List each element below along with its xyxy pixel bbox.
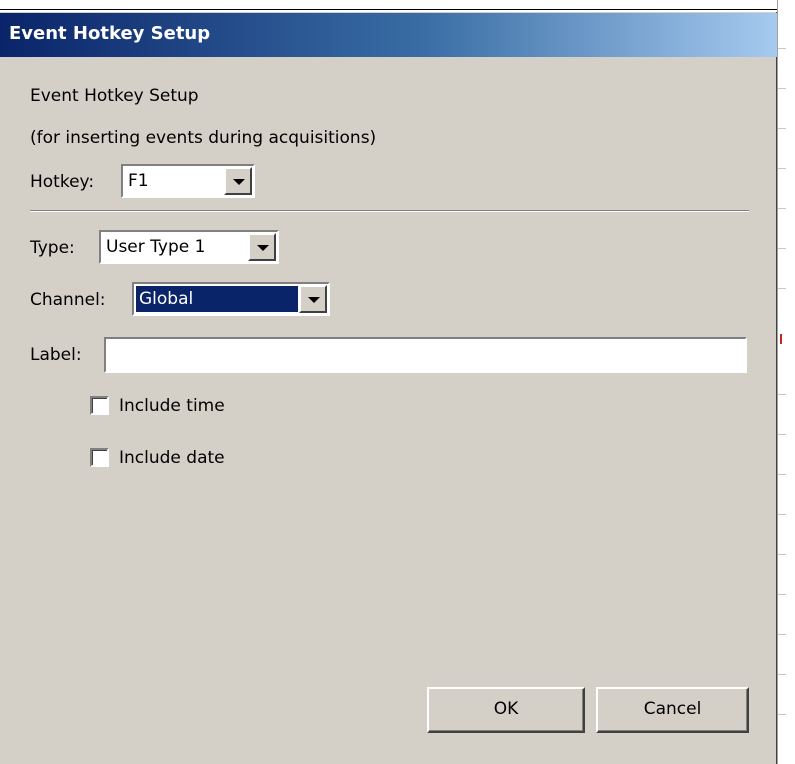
background-tick <box>778 168 786 169</box>
event-hotkey-dialog <box>0 12 777 764</box>
channel-label: Channel: <box>30 290 106 310</box>
type-value: User Type 1 <box>106 237 206 257</box>
background-marker <box>780 334 782 344</box>
dialog-heading: Event Hotkey Setup <box>30 86 199 106</box>
hotkey-dropdown-button[interactable] <box>224 167 252 195</box>
section-divider <box>30 210 749 212</box>
type-label: Type: <box>30 238 75 258</box>
chevron-down-icon <box>308 297 320 303</box>
channel-dropdown-button[interactable] <box>299 285 327 313</box>
label-field-label: Label: <box>30 345 82 365</box>
background-tick <box>778 208 786 209</box>
ok-button[interactable]: OK <box>427 687 585 733</box>
background-tick <box>778 48 786 49</box>
include-date-label[interactable]: Include date <box>119 448 225 468</box>
background-tick <box>778 674 786 675</box>
label-input[interactable] <box>106 339 745 371</box>
background-tick <box>778 434 786 435</box>
background-tick <box>778 514 786 515</box>
include-time-label[interactable]: Include time <box>119 396 225 416</box>
background-tick <box>778 394 786 395</box>
cancel-button[interactable]: Cancel <box>596 687 749 733</box>
include-time-checkbox[interactable] <box>90 396 109 415</box>
label-input-box <box>104 337 747 373</box>
background-tick <box>778 594 786 595</box>
type-select[interactable]: User Type 1 <box>99 230 279 264</box>
title-bar[interactable]: Event Hotkey Setup <box>0 13 777 57</box>
chevron-down-icon <box>233 179 245 185</box>
include-date-checkbox[interactable] <box>90 448 109 467</box>
background-tick <box>778 554 786 555</box>
background-tick <box>778 248 786 249</box>
background-tick <box>778 88 786 89</box>
window-title: Event Hotkey Setup <box>9 23 211 44</box>
channel-value: Global <box>136 286 298 312</box>
background-tick <box>778 128 786 129</box>
channel-select[interactable]: Global <box>132 282 330 316</box>
background-tick <box>778 714 786 715</box>
dialog-subheading: (for inserting events during acquisition… <box>30 128 377 148</box>
hotkey-value: F1 <box>128 171 149 191</box>
background-tick <box>778 288 786 289</box>
type-dropdown-button[interactable] <box>248 233 276 261</box>
hotkey-label: Hotkey: <box>30 172 95 192</box>
background-app <box>777 0 795 764</box>
background-tick <box>778 474 786 475</box>
background-tick <box>778 634 786 635</box>
chevron-down-icon <box>257 245 269 251</box>
screen: Event Hotkey Setup Event Hotkey Setup (f… <box>0 0 795 764</box>
hotkey-select[interactable]: F1 <box>121 164 255 198</box>
background-window-edge <box>0 9 795 10</box>
